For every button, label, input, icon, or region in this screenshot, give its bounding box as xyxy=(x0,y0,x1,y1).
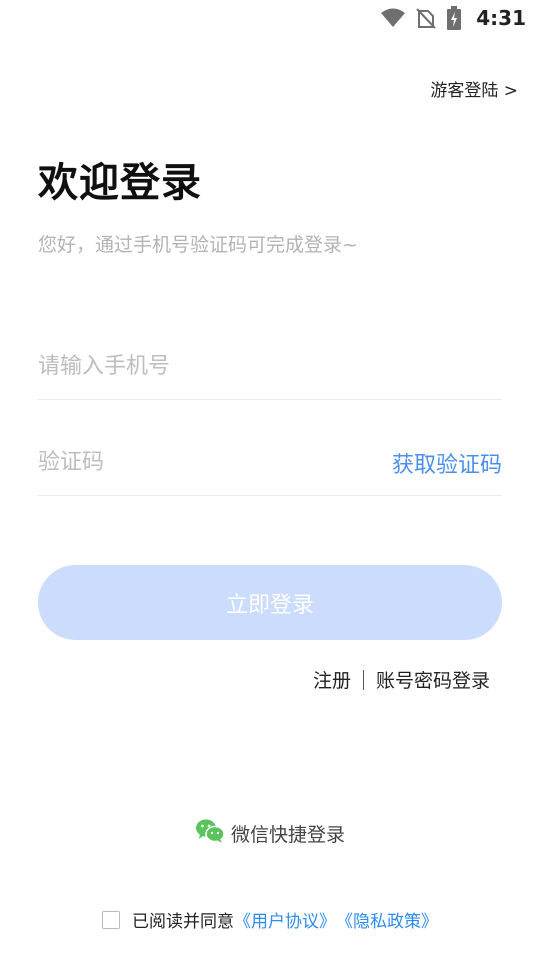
register-link[interactable]: 注册 xyxy=(313,666,351,693)
wechat-login-label: 微信快捷登录 xyxy=(230,824,345,846)
page-title: 欢迎登录 xyxy=(38,160,202,206)
wechat-icon xyxy=(195,818,225,849)
login-screen: 4:31 游客登陆 > 欢迎登录 您好，通过手机号验证码可完成登录~ 获取验证码… xyxy=(0,0,540,960)
login-button[interactable]: 立即登录 xyxy=(38,565,502,640)
status-bar: 4:31 xyxy=(0,0,540,36)
link-divider xyxy=(362,669,364,690)
status-time: 4:31 xyxy=(476,6,526,30)
agreement-prefix: 已阅读并同意 xyxy=(132,912,234,932)
verification-code-input[interactable] xyxy=(38,450,338,475)
page-subtitle: 您好，通过手机号验证码可完成登录~ xyxy=(38,234,358,256)
agreement-checkbox[interactable] xyxy=(102,910,120,929)
get-code-button[interactable]: 获取验证码 xyxy=(392,447,502,479)
wechat-login-button[interactable]: 微信快捷登录 xyxy=(0,818,540,849)
phone-field xyxy=(38,334,502,400)
secondary-links: 注册 账号密码登录 xyxy=(313,666,490,693)
agreement-row: 已阅读并同意 《用户协议》 《隐私政策》 xyxy=(0,907,540,932)
phone-input[interactable] xyxy=(38,354,338,379)
guest-login-link[interactable]: 游客登陆 > xyxy=(430,76,518,101)
password-login-link[interactable]: 账号密码登录 xyxy=(376,666,490,693)
battery-charging-icon xyxy=(446,6,462,30)
privacy-policy-link[interactable]: 《隐私政策》 xyxy=(336,907,438,932)
no-sim-icon xyxy=(416,7,436,29)
wifi-icon xyxy=(380,8,406,28)
user-agreement-link[interactable]: 《用户协议》 xyxy=(234,907,336,932)
code-field: 获取验证码 xyxy=(38,430,502,496)
